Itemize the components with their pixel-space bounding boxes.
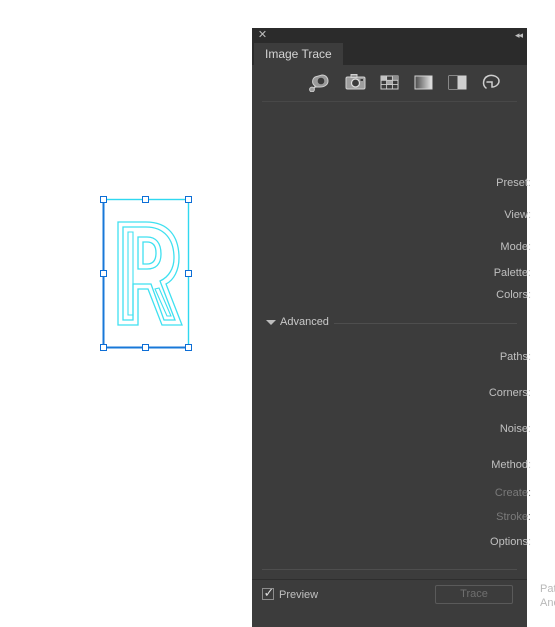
selection-handle-middle-left[interactable] — [100, 270, 107, 277]
panel-divider — [262, 569, 517, 570]
panel-tabbar: Image Trace — [252, 43, 527, 65]
trace-mode-icon-row — [252, 65, 527, 101]
stroke-label: Stroke: — [496, 511, 531, 523]
panel-footer: ✓ Preview Trace — [252, 579, 527, 607]
info-anchors-label: Anchors: — [540, 597, 555, 609]
black-and-white-icon[interactable] — [447, 73, 468, 92]
image-trace-panel: ✕ ◂◂ Image Trace Preset: View: Mode: Pal… — [252, 28, 555, 627]
options-label: Options: — [490, 536, 531, 548]
auto-color-icon[interactable] — [309, 73, 330, 93]
panel-bottom-edge — [252, 607, 527, 627]
corners-label: Corners: — [488, 387, 531, 399]
trace-button[interactable]: Trace — [435, 585, 513, 604]
low-color-icon[interactable] — [379, 73, 400, 92]
selection-handle-middle-right[interactable] — [185, 270, 192, 277]
panel-titlebar: ✕ ◂◂ — [252, 28, 527, 43]
selection-handle-top-left[interactable] — [100, 196, 107, 203]
advanced-section-header[interactable]: Advanced — [252, 315, 527, 331]
method-label: Method: — [491, 459, 531, 471]
paths-label: Paths: — [499, 351, 531, 363]
high-color-icon[interactable] — [345, 73, 366, 92]
collapse-panel-icon[interactable]: ◂◂ — [508, 30, 523, 41]
selection-handle-bottom-center[interactable] — [142, 344, 149, 351]
colors-label: Colors: — [496, 289, 531, 301]
letter-r-traced-outlines — [102, 198, 190, 349]
view-label: View: — [504, 209, 531, 221]
close-icon[interactable]: ✕ — [257, 30, 268, 41]
tab-image-trace[interactable]: Image Trace — [254, 43, 343, 65]
preview-checkbox[interactable]: ✓ — [262, 586, 274, 600]
selected-artwork-group[interactable] — [100, 196, 192, 351]
create-label: Create: — [494, 487, 531, 499]
palette-label: Palette: — [493, 267, 531, 279]
noise-label: Noise: — [499, 423, 531, 435]
preset-label: Preset: — [496, 177, 531, 189]
selection-handle-bottom-left[interactable] — [100, 344, 107, 351]
selection-handle-top-right[interactable] — [185, 196, 192, 203]
mode-label: Mode: — [500, 241, 531, 253]
artboard-canvas[interactable] — [0, 0, 252, 627]
info-paths-label: Paths: — [540, 583, 555, 595]
selection-handle-bottom-right[interactable] — [185, 344, 192, 351]
preview-label: Preview — [279, 589, 319, 601]
advanced-label: Advanced — [280, 316, 329, 328]
chevron-down-icon[interactable] — [266, 320, 276, 325]
section-rule — [334, 323, 517, 324]
grayscale-icon[interactable] — [413, 73, 434, 92]
panel-body: Preset: Custom View: Outlines — [252, 65, 555, 609]
illustrator-screen: ✕ ◂◂ Image Trace Preset: View: Mode: Pal… — [0, 0, 555, 627]
outline-icon[interactable] — [481, 73, 502, 92]
panel-divider — [262, 101, 517, 102]
selection-handle-top-center[interactable] — [142, 196, 149, 203]
